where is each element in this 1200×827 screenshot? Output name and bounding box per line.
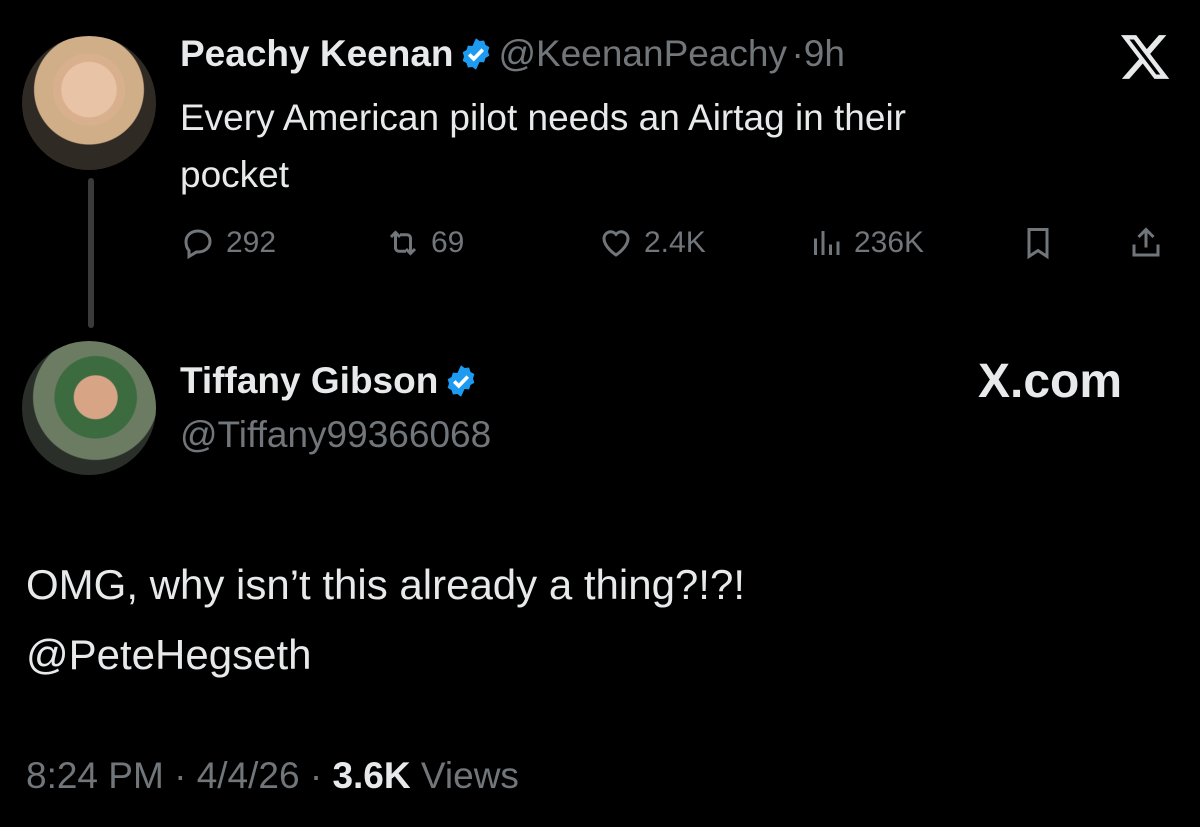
bookmark-action[interactable] [1020,225,1056,261]
separator-dot: · [174,755,187,796]
post-views-label: Views [420,755,519,796]
views-action[interactable]: 236K [808,225,924,261]
x-logo-icon[interactable] [1118,30,1172,84]
reply-tweet-header: Tiffany Gibson [180,360,479,402]
separator-dot: · [791,33,804,74]
parent-tweet-metrics: 292 69 2.4K 236K [180,225,1170,269]
parent-text-line-2: pocket [180,154,290,195]
verified-badge-icon [462,38,490,70]
verified-badge-icon [447,365,475,397]
reply-display-name[interactable]: Tiffany Gibson [180,360,438,401]
mention-link[interactable]: @PeteHegseth [26,620,745,690]
parent-time-ago[interactable]: 9h [804,33,845,74]
avatar-peachy-keenan[interactable] [22,36,156,170]
share-action[interactable] [1128,225,1164,261]
like-count: 2.4K [644,226,706,259]
parent-display-name[interactable]: Peachy Keenan [180,33,454,74]
like-icon [602,230,630,257]
reply-count: 292 [226,226,277,259]
reply-action[interactable]: 292 [180,225,276,261]
parent-text-line-1: Every American pilot needs an Airtag in … [180,97,906,138]
post-date[interactable]: 4/4/26 [197,755,300,796]
post-time[interactable]: 8:24 PM [26,755,164,796]
repost-icon [389,230,417,256]
separator-dot: · [309,755,323,796]
parent-handle[interactable]: @KeenanPeachy [498,33,787,74]
avatar-tiffany-gibson[interactable] [22,341,156,475]
parent-tweet-text: Every American pilot needs an Airtag in … [180,89,906,203]
share-icon [1132,227,1160,257]
post-views-count[interactable]: 3.6K [332,755,410,796]
repost-count: 69 [431,226,465,259]
views-count: 236K [854,226,925,259]
like-action[interactable]: 2.4K [598,225,706,261]
reply-tweet-text: OMG, why isn’t this already a thing?!?! … [26,550,745,690]
x-com-watermark: X.com [978,355,1123,408]
reply-handle[interactable]: @Tiffany99366068 [180,414,491,456]
bookmark-icon [1027,228,1049,260]
repost-action[interactable]: 69 [385,225,464,261]
reply-text-line-1: OMG, why isn’t this already a thing?!?! [26,561,745,608]
reply-icon [184,229,212,260]
thread-connector-line [88,178,94,328]
parent-tweet-header: Peachy Keenan @KeenanPeachy ·9h [180,33,845,75]
views-icon [814,231,840,255]
reply-tweet-footer: 8:24 PM · 4/4/26 · 3.6K Views [26,755,519,797]
